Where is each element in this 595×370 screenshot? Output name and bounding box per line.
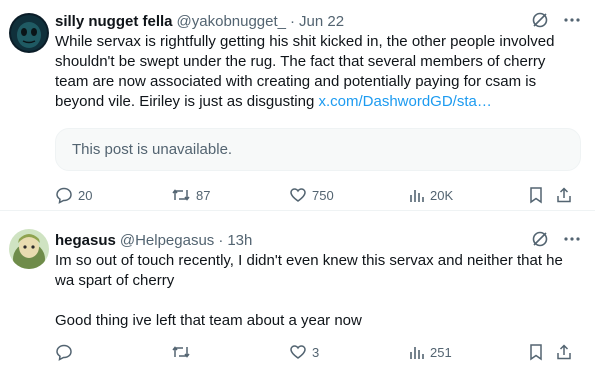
bookmark-icon xyxy=(528,343,544,361)
tweet-text: Im so out of touch recently, I didn't ev… xyxy=(55,252,563,329)
avatar[interactable] xyxy=(9,229,49,269)
reply-icon xyxy=(55,343,73,361)
tweet[interactable]: hegasus @Helpegasus · 13h Im so out of t… xyxy=(0,212,595,370)
reply-icon xyxy=(55,186,73,204)
heart-icon xyxy=(289,186,307,204)
timestamp[interactable]: 13h xyxy=(227,232,252,249)
tweet-header: silly nugget fella @yakobnugget_ · Jun 2… xyxy=(55,11,581,31)
views-button[interactable]: 20K xyxy=(409,185,453,205)
more-options-icon[interactable] xyxy=(563,11,581,29)
repost-count: 87 xyxy=(196,187,211,203)
share-button[interactable] xyxy=(555,185,573,205)
repost-icon xyxy=(171,343,191,361)
user-handle[interactable]: @Helpegasus xyxy=(120,232,214,249)
tweet-text: While servax is rightfully getting his s… xyxy=(55,32,581,112)
avatar[interactable] xyxy=(9,13,49,53)
grok-icon[interactable] xyxy=(531,11,549,29)
quote-unavailable: This post is unavailable. xyxy=(55,128,581,171)
views-button[interactable]: 251 xyxy=(409,342,452,362)
repost-icon xyxy=(171,186,191,204)
tweet-actions: 20 87 750 20K xyxy=(55,185,581,205)
separator: · xyxy=(290,12,296,30)
tweet[interactable]: silly nugget fella @yakobnugget_ · Jun 2… xyxy=(0,0,595,211)
views-icon xyxy=(409,343,425,361)
separator: · xyxy=(218,231,224,249)
grok-icon[interactable] xyxy=(531,230,549,248)
tweet-actions: 3 251 xyxy=(55,342,581,362)
bookmark-button[interactable] xyxy=(528,342,544,362)
repost-button[interactable] xyxy=(171,342,196,362)
reply-button[interactable]: 20 xyxy=(55,185,92,205)
divider xyxy=(0,210,595,211)
like-count: 3 xyxy=(312,344,320,360)
views-count: 251 xyxy=(430,344,452,360)
reply-button[interactable] xyxy=(55,342,78,362)
share-button[interactable] xyxy=(555,342,573,362)
tweet-link[interactable]: x.com/DashwordGD/sta… xyxy=(318,93,491,110)
share-icon xyxy=(555,186,573,204)
reply-count: 20 xyxy=(78,187,93,203)
bookmark-icon xyxy=(528,186,544,204)
views-count: 20K xyxy=(430,187,454,203)
display-name[interactable]: silly nugget fella xyxy=(55,13,173,30)
more-options-icon[interactable] xyxy=(563,230,581,248)
repost-button[interactable]: 87 xyxy=(171,185,210,205)
bookmark-button[interactable] xyxy=(528,185,544,205)
like-button[interactable]: 3 xyxy=(289,342,319,362)
quote-unavailable-text: This post is unavailable. xyxy=(72,141,233,158)
user-handle[interactable]: @yakobnugget_ xyxy=(177,13,286,30)
views-icon xyxy=(409,186,425,204)
like-button[interactable]: 750 xyxy=(289,185,334,205)
like-count: 750 xyxy=(312,187,334,203)
tweet-header: hegasus @Helpegasus · 13h xyxy=(55,230,581,250)
share-icon xyxy=(555,343,573,361)
heart-icon xyxy=(289,343,307,361)
display-name[interactable]: hegasus xyxy=(55,232,116,249)
timestamp[interactable]: Jun 22 xyxy=(299,13,344,30)
